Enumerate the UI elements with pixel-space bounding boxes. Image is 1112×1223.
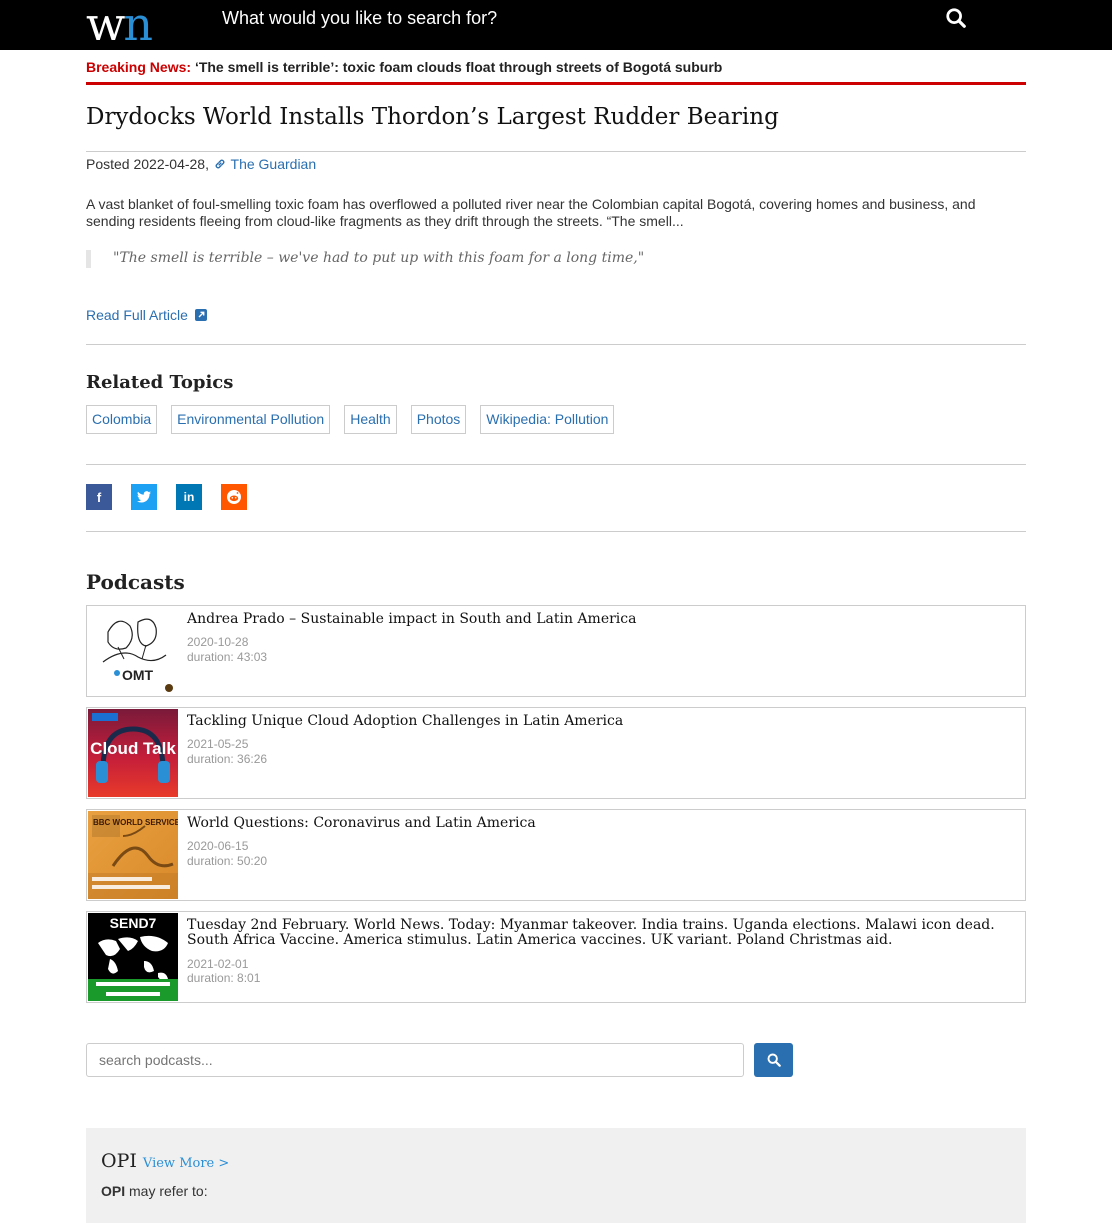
link-icon (215, 159, 225, 169)
reddit-share-button[interactable] (221, 484, 247, 510)
podcast-thumbnail: OMT (88, 607, 178, 695)
article-quote: "The smell is terrible – we've had to pu… (86, 250, 986, 268)
search-icon[interactable] (945, 7, 967, 29)
podcast-item[interactable]: Cloud Talk Tackling Unique Cloud Adoptio… (86, 707, 1026, 799)
podcast-duration: duration: 36:26 (187, 752, 268, 766)
opi-title: OPI View More > (101, 1150, 229, 1175)
opi-text: may refer to: (125, 1183, 208, 1199)
podcast-thumbnail: BBC WORLD SERVICE (88, 811, 178, 899)
podcast-date: 2021-02-01 (187, 957, 249, 971)
divider (86, 344, 1026, 345)
podcast-item[interactable]: OMT Andrea Prado – Sustainable impact in… (86, 605, 1026, 697)
opi-panel: OPI View More > OPI may refer to: (86, 1128, 1026, 1223)
social-share-bar: f in (86, 484, 266, 510)
podcast-item[interactable]: SEND7 Tuesday 2nd February. World News. … (86, 911, 1026, 1003)
podcast-date: 2020-06-15 (187, 839, 249, 853)
podcast-date: 2021-05-25 (187, 737, 249, 751)
linkedin-share-button[interactable]: in (176, 484, 202, 510)
tag-colombia[interactable]: Colombia (86, 405, 158, 434)
posted-line: Posted 2022-04-28, The Guardian (86, 155, 316, 173)
divider (86, 464, 1026, 465)
divider (86, 531, 1026, 532)
breaking-news-headline[interactable]: ‘The smell is terrible’: toxic foam clou… (195, 59, 722, 75)
opi-heading: OPI (101, 1150, 137, 1172)
podcast-search-button[interactable] (754, 1043, 793, 1077)
top-bar: wn What would you like to search for? (0, 0, 1112, 50)
podcast-duration: duration: 43:03 (187, 650, 268, 664)
logo-n: n (123, 0, 153, 51)
podcast-duration: duration: 50:20 (187, 854, 268, 868)
podcast-duration: duration: 8:01 (187, 971, 261, 985)
related-topics-tags: Colombia Environmental Pollution Health … (86, 405, 628, 434)
podcast-search-input[interactable] (86, 1043, 744, 1077)
view-more-link[interactable]: View More > (143, 1156, 229, 1171)
opi-bold-term: OPI (101, 1183, 126, 1199)
search-icon (767, 1053, 781, 1067)
logo-w: w (86, 0, 125, 51)
source-link[interactable]: The Guardian (213, 156, 316, 172)
podcast-date: 2020-10-28 (187, 635, 249, 649)
site-search-input[interactable]: What would you like to search for? (222, 7, 497, 29)
read-full-label: Read Full Article (86, 307, 188, 323)
facebook-share-button[interactable]: f (86, 484, 112, 510)
opi-description: OPI may refer to: (101, 1182, 208, 1200)
source-name: The Guardian (230, 156, 317, 172)
podcast-thumb-text: SEND7 (110, 915, 157, 931)
external-link-icon (194, 309, 207, 321)
article-title: Drydocks World Installs Thordon’s Larges… (86, 102, 1026, 152)
article-summary: A vast blanket of foul-smelling toxic fo… (86, 196, 976, 229)
breaking-news-label: Breaking News: (86, 59, 192, 75)
tag-environmental-pollution[interactable]: Environmental Pollution (171, 405, 331, 434)
breaking-news-bar: Breaking News: ‘The smell is terrible’: … (86, 58, 1026, 85)
podcast-title[interactable]: Andrea Prado – Sustainable impact in Sou… (187, 612, 1017, 627)
podcast-thumbnail: SEND7 (88, 913, 178, 1001)
twitter-icon (137, 491, 151, 503)
reddit-icon (227, 490, 241, 504)
podcast-title[interactable]: Tackling Unique Cloud Adoption Challenge… (187, 714, 1017, 729)
linkedin-icon: in (183, 490, 195, 504)
podcast-thumb-text: Cloud Talk (90, 739, 176, 758)
related-topics-title: Related Topics (86, 372, 234, 393)
podcast-item[interactable]: BBC WORLD SERVICE World Questions: Coron… (86, 809, 1026, 901)
facebook-icon: f (96, 489, 102, 505)
podcasts-title: Podcasts (86, 570, 185, 594)
podcast-thumbnail: Cloud Talk (88, 709, 178, 797)
read-full-article-link[interactable]: Read Full Article (86, 306, 207, 324)
tag-wikipedia-pollution[interactable]: Wikipedia: Pollution (480, 405, 615, 434)
tag-photos[interactable]: Photos (410, 405, 467, 434)
posted-date: Posted 2022-04-28, (86, 156, 209, 172)
site-logo[interactable]: wn (86, 1, 153, 47)
tag-health[interactable]: Health (344, 405, 397, 434)
twitter-share-button[interactable] (131, 484, 157, 510)
podcast-title[interactable]: Tuesday 2nd February. World News. Today:… (187, 918, 1017, 948)
podcast-title[interactable]: World Questions: Coronavirus and Latin A… (187, 816, 1017, 831)
podcast-thumb-text: OMT (122, 667, 154, 683)
podcast-thumb-text: BBC WORLD SERVICE (93, 818, 178, 827)
